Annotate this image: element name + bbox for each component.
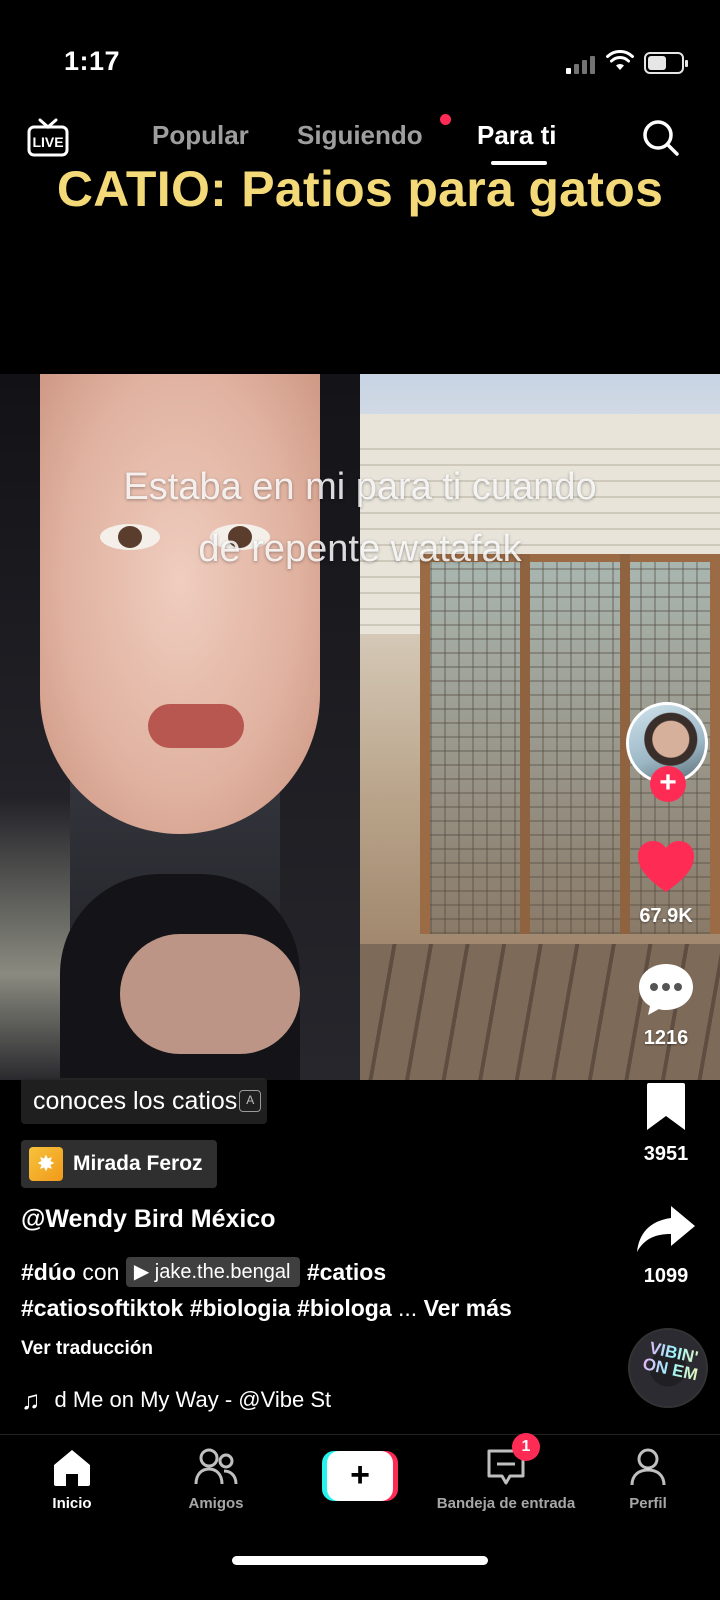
share-button[interactable]: 1099 — [620, 1204, 712, 1288]
see-more-link[interactable]: Ver más — [424, 1295, 512, 1321]
status-bar: 1:17 — [0, 0, 720, 110]
nav-profile[interactable]: Perfil — [612, 1447, 684, 1512]
friends-icon — [194, 1448, 238, 1485]
share-arrow-icon — [637, 1206, 695, 1252]
music-line[interactable]: ♫ d Me on My Way - @Vibe St — [21, 1384, 381, 1416]
nav-friends-label: Amigos — [188, 1495, 244, 1512]
like-count: 67.9K — [639, 905, 693, 927]
translate-icon[interactable]: A — [239, 1090, 262, 1112]
cellular-signal-icon — [566, 56, 595, 74]
comment-icon — [639, 964, 693, 1015]
ellipsis: ... — [398, 1295, 418, 1321]
bottom-nav: Inicio Amigos + 1 Bandeja de entrada Per — [0, 1433, 720, 1600]
effect-chip[interactable]: ✸ Mirada Feroz — [21, 1140, 217, 1188]
inbox-badge: 1 — [512, 1433, 540, 1461]
nav-home-label: Inicio — [52, 1495, 92, 1512]
video-description: #dúo con ▶ jake.the.bengal #catios #cati… — [21, 1254, 601, 1326]
tab-siguiendo[interactable]: Siguiendo — [297, 120, 423, 151]
music-title: d Me on My Way - @Vibe St — [54, 1387, 332, 1412]
sparkle-effect-icon: ✸ — [29, 1147, 63, 1181]
music-note-icon: ♫ — [21, 1384, 41, 1415]
nav-inbox[interactable]: 1 Bandeja de entrada — [422, 1433, 590, 1512]
bookmark-icon — [647, 1083, 685, 1130]
duet-con-text: con — [82, 1259, 120, 1285]
hashtags-line[interactable]: #catiosoftiktok #biologia #biologa — [21, 1295, 392, 1321]
disc-label: VIBIN' ON EM — [631, 1336, 706, 1385]
search-icon[interactable] — [641, 118, 681, 158]
create-button[interactable]: + — [322, 1451, 398, 1501]
video-title: CATIO: Patios para gatos — [56, 161, 664, 217]
plus-icon: + — [327, 1451, 393, 1501]
see-translation-link[interactable]: Ver traducción — [21, 1338, 153, 1360]
hashtag-duo[interactable]: #dúo — [21, 1259, 76, 1285]
heart-icon — [638, 841, 694, 892]
caption-chip-text: conoces los catios — [33, 1087, 238, 1115]
video-caption-line: de repente watafak — [198, 528, 522, 570]
comment-count: 1216 — [643, 1027, 689, 1049]
wifi-icon — [606, 50, 634, 70]
duet-user-chip[interactable]: ▶ jake.the.bengal — [125, 1257, 301, 1287]
share-count: 1099 — [643, 1265, 689, 1287]
profile-icon — [630, 1448, 666, 1486]
nav-home[interactable]: Inicio — [38, 1447, 106, 1512]
nav-friends[interactable]: Amigos — [176, 1447, 256, 1512]
duet-user: jake.the.bengal — [154, 1261, 291, 1283]
tab-para-ti[interactable]: Para ti — [477, 120, 557, 151]
status-time: 1:17 — [64, 46, 121, 76]
music-disc[interactable]: VIBIN' ON EM — [628, 1328, 708, 1408]
top-nav: LIVE Popular Siguiendo Para ti — [0, 108, 720, 168]
bookmark-count: 3951 — [643, 1143, 689, 1165]
battery-icon — [644, 52, 688, 74]
play-icon: ▶ — [133, 1261, 150, 1283]
tab-popular[interactable]: Popular — [152, 120, 249, 151]
notification-dot — [440, 114, 451, 125]
bookmark-button[interactable]: 3951 — [620, 1082, 712, 1166]
video-caption: Estaba en mi para ti cuando de repente w… — [0, 456, 720, 580]
live-label: LIVE — [32, 134, 63, 150]
nav-inbox-label: Bandeja de entrada — [436, 1495, 576, 1512]
author-name[interactable]: @Wendy Bird México — [21, 1205, 276, 1234]
hashtag-catios[interactable]: #catios — [307, 1259, 386, 1285]
creator-avatar-group: + — [624, 700, 710, 802]
follow-button[interactable]: + — [650, 766, 686, 802]
caption-chip[interactable]: conoces los catios A — [21, 1078, 268, 1124]
effect-name: Mirada Feroz — [73, 1152, 203, 1175]
live-icon[interactable]: LIVE — [26, 116, 70, 160]
home-indicator[interactable] — [232, 1556, 488, 1565]
like-button[interactable]: 67.9K — [620, 840, 712, 928]
nav-profile-label: Perfil — [629, 1495, 667, 1512]
video-caption-line: Estaba en mi para ti cuando — [123, 466, 597, 508]
home-icon — [54, 1450, 90, 1486]
comment-button[interactable]: 1216 — [620, 962, 712, 1050]
